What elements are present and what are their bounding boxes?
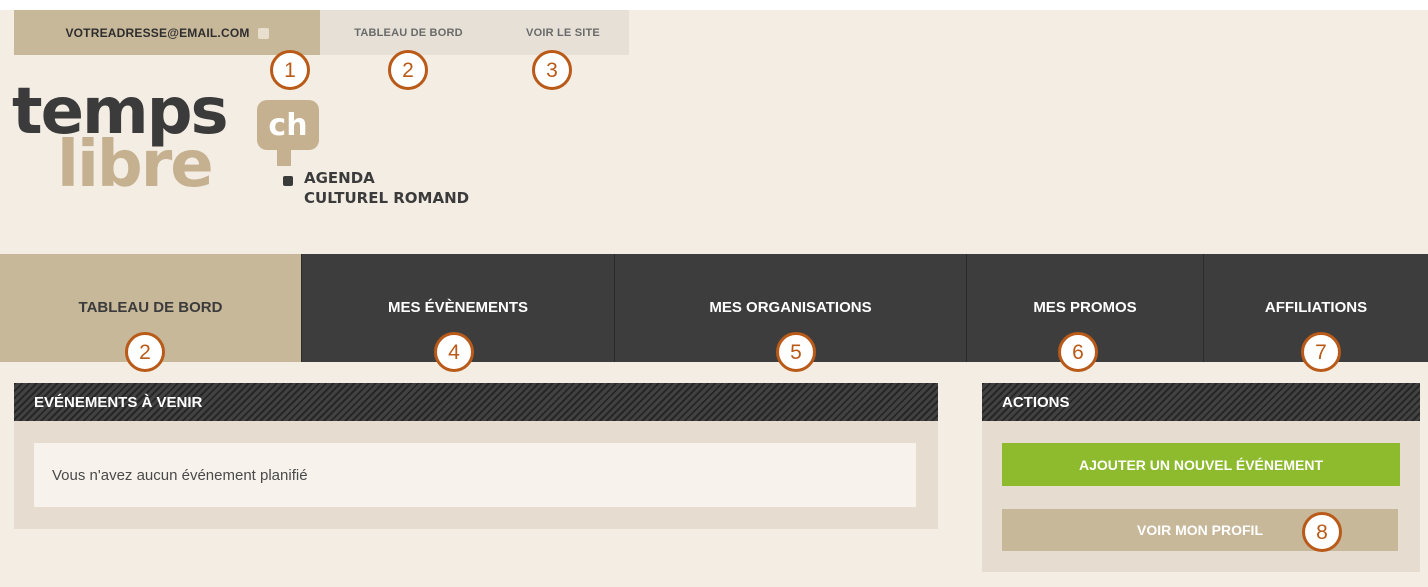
- logo-dot: [283, 176, 293, 186]
- callout-badge: 1: [270, 50, 310, 90]
- callout-badge: 2: [388, 50, 428, 90]
- callout-badge: 6: [1058, 332, 1098, 372]
- main-nav: TABLEAU DE BORD MES ÉVÈNEMENTS MES ORGAN…: [0, 254, 1428, 362]
- logo-tagline: AGENDA CULTUREL ROMAND: [304, 168, 469, 208]
- callout-badge: 8: [1302, 512, 1342, 552]
- account-email: VOTREADRESSE@EMAIL.COM: [65, 25, 250, 40]
- callout-badge: 7: [1301, 332, 1341, 372]
- logo-tagline-line1: AGENDA: [304, 169, 375, 187]
- logo-word-libre: libre: [57, 128, 214, 202]
- topbar-dashboard-link[interactable]: TABLEAU DE BORD: [320, 10, 497, 55]
- logo-ch-bubble: ch: [257, 100, 319, 166]
- upcoming-events-header: EVÉNEMENTS À VENIR: [14, 383, 938, 421]
- callout-badge: 5: [776, 332, 816, 372]
- top-strip: [0, 0, 1428, 10]
- callout-badge: 4: [434, 332, 474, 372]
- actions-header: ACTIONS: [982, 383, 1420, 421]
- add-event-button[interactable]: AJOUTER UN NOUVEL ÉVÉNEMENT: [1002, 443, 1400, 486]
- logo-tagline-line2: CULTUREL ROMAND: [304, 189, 470, 207]
- view-site-link[interactable]: VOIR LE SITE: [497, 10, 629, 55]
- no-events-message: Vous n'avez aucun événement planifié: [34, 443, 916, 507]
- external-link-icon: [257, 28, 269, 39]
- callout-badge: 3: [532, 50, 572, 90]
- top-bar: VOTREADRESSE@EMAIL.COM TABLEAU DE BORD V…: [14, 10, 629, 55]
- account-email-link[interactable]: VOTREADRESSE@EMAIL.COM: [14, 10, 320, 55]
- callout-badge: 2: [125, 332, 165, 372]
- upcoming-events-panel: Vous n'avez aucun événement planifié: [14, 421, 938, 529]
- site-logo[interactable]: temps libre ch AGENDA CULTUREL ROMAND: [12, 80, 532, 218]
